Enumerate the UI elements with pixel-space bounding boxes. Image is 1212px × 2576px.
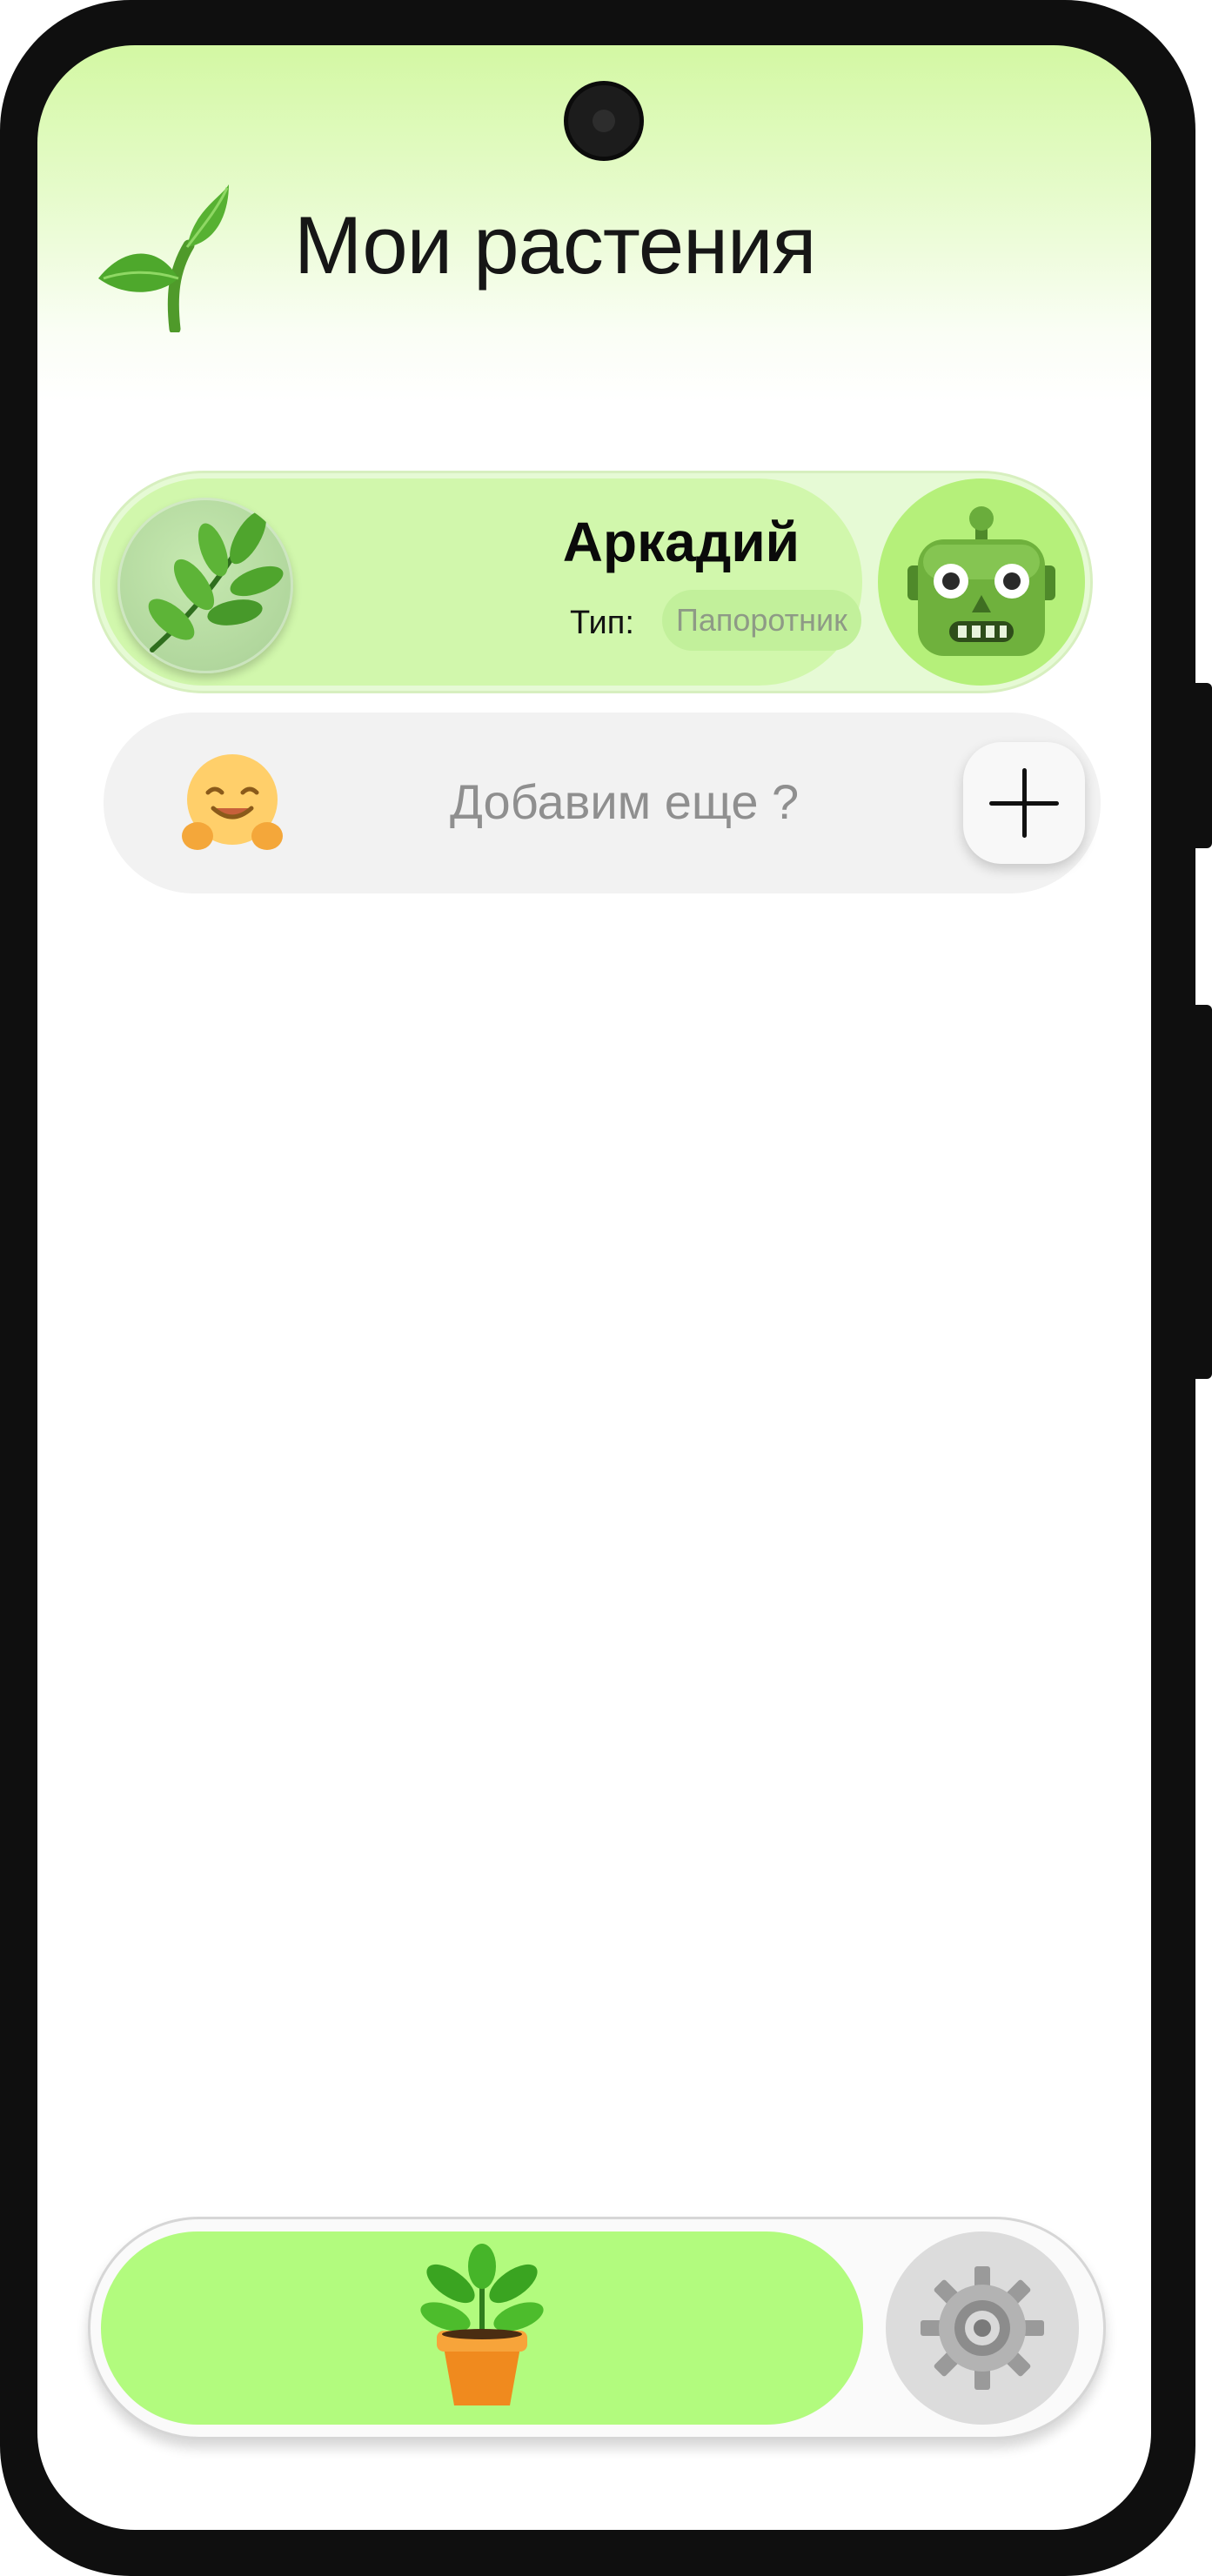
- nav-settings-tab[interactable]: [886, 2231, 1079, 2425]
- phone-frame: Мои растения Аркадий Тип: Папоротник Доб…: [0, 0, 1195, 2576]
- power-button: [1195, 1005, 1212, 1379]
- front-camera: [568, 85, 639, 157]
- robot-icon: [907, 506, 1055, 656]
- add-plant-card[interactable]: Добавим еще ?: [104, 713, 1101, 893]
- plant-info[interactable]: Аркадий Тип: Папоротник: [100, 478, 862, 686]
- gear-icon: [921, 2266, 1044, 2390]
- plant-type-label: Тип:: [570, 605, 634, 641]
- plant-card[interactable]: Аркадий Тип: Папоротник: [92, 471, 1093, 693]
- bottom-nav: [88, 2217, 1106, 2439]
- page-title: Мои растения: [294, 199, 816, 291]
- add-plant-prompt: Добавим еще ?: [450, 774, 800, 829]
- plant-name: Аркадий: [562, 511, 800, 573]
- herb-icon: [117, 498, 293, 673]
- add-plant-button[interactable]: [963, 742, 1085, 864]
- nav-plants-tab[interactable]: [101, 2231, 863, 2425]
- volume-button: [1195, 683, 1212, 848]
- potted-plant-icon: [420, 2244, 544, 2405]
- seedling-icon: [98, 176, 229, 335]
- hugging-face-icon: [180, 751, 285, 855]
- assistant-button[interactable]: [878, 478, 1085, 686]
- plant-type-badge: Папоротник: [662, 590, 861, 651]
- app-screen: Мои растения Аркадий Тип: Папоротник Доб…: [37, 45, 1151, 2530]
